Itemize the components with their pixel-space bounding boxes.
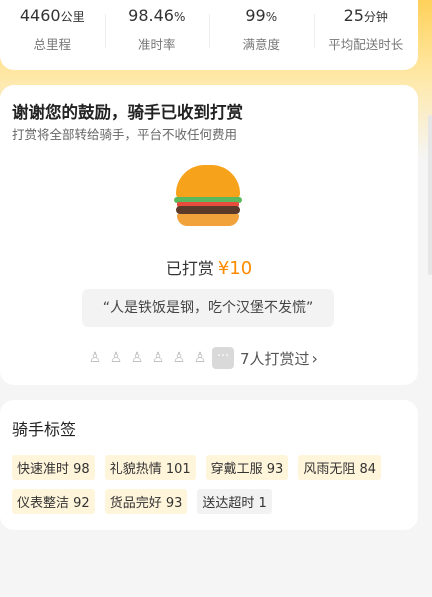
reward-title: 谢谢您的鼓励，骑手已收到打赏 xyxy=(12,103,243,122)
rabbit-avatar-icon: ♙ xyxy=(109,350,123,366)
stat-unit: 分钟 xyxy=(363,10,388,24)
rider-tag: 礼貌热情 101 xyxy=(104,455,196,480)
rider-tags-title: 骑手标签 xyxy=(12,420,77,439)
rider-tag: 穿戴工服 93 xyxy=(205,455,289,480)
rabbit-avatar-icon: ♙ xyxy=(130,350,144,366)
tippers-row[interactable]: ♙ ♙ ♙ ♙ ♙ ♙ ··· 7人打赏过 › xyxy=(86,347,318,369)
stat-value: 25 xyxy=(343,6,364,25)
tip-amount: ¥10 xyxy=(217,258,253,279)
stat-unit: % xyxy=(265,10,278,24)
reward-quote: “人是铁饭是钢，吃个汉堡不发慌” xyxy=(82,289,334,327)
stat-value: 99 xyxy=(245,6,266,25)
rider-tag: 仪表整洁 92 xyxy=(12,489,95,514)
rider-tag: 快速准时 98 xyxy=(12,455,95,480)
tipped-label: 已打赏 xyxy=(165,259,214,278)
stat-unit: 公里 xyxy=(60,10,85,24)
more-icon: ··· xyxy=(212,347,234,369)
rider-tag: 送达超时 1 xyxy=(197,489,272,514)
stat-on-time-rate: 98.46% 准时率 xyxy=(104,6,210,70)
rabbit-avatar-icon: ♙ xyxy=(172,350,186,366)
chevron-right-icon: › xyxy=(311,348,318,368)
stat-value: 4460 xyxy=(19,6,61,25)
stat-label: 准时率 xyxy=(137,37,176,52)
rabbit-avatar-icon: ♙ xyxy=(88,350,102,366)
stat-total-distance: 4460公里 总里程 xyxy=(0,6,105,70)
rabbit-avatar-icon: ♙ xyxy=(193,350,207,366)
stat-label: 满意度 xyxy=(242,37,280,52)
stat-unit: % xyxy=(173,10,186,24)
rider-tags-list: 快速准时 98 礼貌热情 101 穿戴工服 93 风雨无阻 84 仪表整洁 92… xyxy=(12,455,412,523)
scrollbar[interactable] xyxy=(428,115,432,275)
tipped-status: 已打赏 ¥10 xyxy=(0,255,418,279)
reward-subtitle: 打赏将全部转给骑手，平台不收任何费用 xyxy=(12,127,238,142)
rabbit-avatar-icon: ♙ xyxy=(151,350,165,366)
stat-value: 98.46 xyxy=(128,6,174,25)
stat-label: 总里程 xyxy=(33,37,71,52)
stat-satisfaction: 99% 满意度 xyxy=(209,6,314,70)
reward-card: 谢谢您的鼓励，骑手已收到打赏 打赏将全部转给骑手，平台不收任何费用 已打赏 ¥10… xyxy=(0,85,418,385)
rider-tag: 货品完好 93 xyxy=(104,489,188,514)
tip-count-link[interactable]: 7人打赏过 xyxy=(240,348,310,369)
stat-avg-delivery-time: 25分钟 平均配送时长 xyxy=(313,6,419,70)
rider-tags-card: 骑手标签 快速准时 98 礼貌热情 101 穿戴工服 93 风雨无阻 84 仪表… xyxy=(0,400,418,530)
rider-tag: 风雨无阻 84 xyxy=(298,455,382,480)
burger-icon xyxy=(174,165,242,227)
stat-label: 平均配送时长 xyxy=(328,37,404,52)
rider-stats-card: 4460公里 总里程 98.46% 准时率 99% 满意度 25分钟 平均配送时… xyxy=(0,0,418,70)
